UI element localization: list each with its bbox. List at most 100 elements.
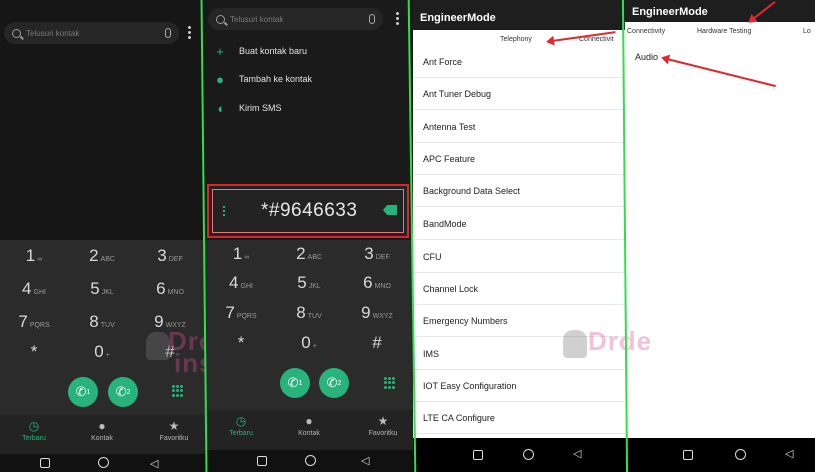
back-nav-icon[interactable]: ◁ — [361, 454, 369, 467]
list-item[interactable]: Antenna Test — [413, 111, 625, 143]
key-4[interactable]: 4 GHI — [0, 279, 68, 311]
key-3[interactable]: 3 DEF — [343, 244, 411, 276]
menu-send-sms[interactable]: ◖ Kirim SMS — [213, 100, 281, 116]
list-item[interactable]: APC Feature — [413, 143, 625, 175]
call-sim1-button[interactable]: ✆ 1 — [280, 368, 310, 398]
key-star[interactable]: * — [0, 342, 68, 374]
microphone-icon[interactable] — [165, 28, 171, 38]
key-hash[interactable]: # — [343, 333, 411, 365]
key-3[interactable]: 3 DEF — [136, 246, 204, 278]
dialed-number: *#9646633 — [261, 200, 358, 221]
key-2[interactable]: 2 ABC — [68, 246, 136, 278]
recents-nav-icon[interactable] — [473, 450, 483, 460]
nav-bar: ◁ — [0, 454, 205, 472]
key-7[interactable]: 7 PQRS — [0, 312, 68, 344]
watermark-logo — [146, 332, 170, 360]
tab-contacts[interactable]: ● Kontak — [70, 419, 134, 442]
list-item[interactable]: Channel Lock — [413, 273, 625, 305]
list-item[interactable]: Background Data Select — [413, 175, 625, 207]
key-0[interactable]: 0 + — [275, 333, 343, 365]
key-8[interactable]: 8 TUV — [68, 312, 136, 344]
recents-nav-icon[interactable] — [683, 450, 693, 460]
key-5[interactable]: 5 JKL — [68, 279, 136, 311]
menu-create-contact[interactable]: + Buat kontak baru — [213, 43, 307, 59]
recents-nav-icon[interactable] — [257, 456, 267, 466]
search-bar[interactable]: Telusuri kontak — [208, 8, 383, 30]
back-nav-icon[interactable]: ◁ — [573, 447, 581, 460]
call-sim1-button[interactable]: ✆ 1 — [68, 377, 98, 407]
microphone-icon[interactable] — [369, 14, 375, 24]
tab-recent[interactable]: ◷ Terbaru — [2, 419, 66, 442]
recents-nav-icon[interactable] — [40, 458, 50, 468]
star-icon: ★ — [168, 419, 180, 433]
home-nav-icon[interactable] — [98, 457, 109, 468]
add-person-icon: ● — [216, 71, 224, 87]
engineer-mode-hardware: EngineerMode Connectivity Hardware Testi… — [625, 0, 815, 472]
home-nav-icon[interactable] — [523, 449, 534, 460]
back-nav-icon[interactable]: ◁ — [150, 457, 158, 470]
list-item[interactable]: Audio — [625, 44, 815, 70]
tab-location[interactable]: Lo — [803, 28, 811, 35]
key-2[interactable]: 2 ABC — [275, 244, 343, 276]
search-icon — [12, 28, 21, 38]
clock-icon: ◷ — [235, 414, 247, 428]
key-6[interactable]: 6 MNO — [343, 273, 411, 305]
tab-hardware-testing[interactable]: Hardware Testing — [697, 28, 751, 35]
watermark-logo — [563, 330, 587, 358]
key-0[interactable]: 0 + — [68, 342, 136, 374]
bottom-tabs: ◷ Terbaru ● Kontak ★ Favoritku — [205, 410, 413, 450]
list-item[interactable]: Ant Tuner Debug — [413, 78, 625, 110]
list-item[interactable]: CFU — [413, 241, 625, 273]
tab-recent[interactable]: ◷ Terbaru — [209, 414, 273, 437]
tab-favorites[interactable]: ★ Favoritku — [351, 414, 413, 437]
nav-bar: ◁ — [625, 438, 815, 472]
plus-icon: + — [216, 43, 224, 59]
engineer-mode-telephony: EngineerMode Telephony Connectivit Ant F… — [413, 0, 625, 472]
watermark: Droidinside — [168, 326, 205, 378]
dialpad-toggle-icon[interactable] — [384, 377, 396, 389]
bottom-tabs: ◷ Terbaru ● Kontak ★ Favoritku — [0, 415, 205, 455]
watermark: Droid — [588, 326, 625, 356]
screenshot-collage: Telusuri kontak 1 ∞ 2 ABC 3 DEF 4 GHI 5 JKL 6… — [0, 0, 815, 472]
back-nav-icon[interactable]: ◁ — [785, 447, 793, 460]
home-nav-icon[interactable] — [305, 455, 316, 466]
nav-bar: ◁ — [205, 450, 413, 472]
more-options-icon[interactable] — [223, 206, 226, 218]
dialpad-toggle-icon[interactable] — [172, 385, 184, 397]
dialer-panel: Telusuri kontak 1 ∞ 2 ABC 3 DEF 4 GHI 5 JKL 6… — [0, 0, 205, 472]
call-sim2-button[interactable]: ✆ 2 — [319, 368, 349, 398]
watermark: inside — [625, 326, 653, 356]
key-4[interactable]: 4 GHI — [207, 273, 275, 305]
key-8[interactable]: 8 TUV — [275, 303, 343, 335]
person-icon: ● — [98, 419, 106, 433]
search-input[interactable]: Telusuri kontak — [230, 15, 365, 24]
key-5[interactable]: 5 JKL — [275, 273, 343, 305]
key-1[interactable]: 1 ∞ — [0, 246, 68, 278]
overflow-menu-icon[interactable] — [396, 12, 399, 25]
home-nav-icon[interactable] — [735, 449, 746, 460]
list-item[interactable]: IOT Easy Configuration — [413, 370, 625, 402]
list-item[interactable]: LTE CA Configure — [413, 402, 625, 434]
dialed-number-box[interactable]: *#9646633 — [207, 184, 409, 238]
tab-telephony[interactable]: Telephony — [500, 36, 532, 43]
key-7[interactable]: 7 PQRS — [207, 303, 275, 335]
key-6[interactable]: 6 MNO — [136, 279, 204, 311]
key-9[interactable]: 9 WXYZ — [343, 303, 411, 335]
search-bar[interactable]: Telusuri kontak — [4, 22, 179, 44]
menu-add-to-contact[interactable]: ● Tambah ke kontak — [213, 71, 312, 87]
call-sim2-button[interactable]: ✆ 2 — [108, 377, 138, 407]
key-star[interactable]: * — [207, 333, 275, 365]
clock-icon: ◷ — [28, 419, 40, 433]
overflow-menu-icon[interactable] — [188, 26, 191, 39]
person-icon: ● — [305, 414, 313, 428]
key-1[interactable]: 1 ∞ — [207, 244, 275, 276]
list-item[interactable]: Ant Force — [413, 46, 625, 78]
tab-connectivity[interactable]: Connectivity — [627, 28, 665, 35]
list-item[interactable]: BandMode — [413, 208, 625, 240]
tab-contacts[interactable]: ● Kontak — [277, 414, 341, 437]
tab-strip: Connectivity Hardware Testing Lo — [625, 22, 815, 42]
message-icon: ◖ — [216, 100, 224, 116]
nav-bar: ◁ — [413, 438, 625, 472]
search-input[interactable]: Telusuri kontak — [26, 29, 161, 38]
tab-favorites[interactable]: ★ Favoritku — [142, 419, 205, 442]
